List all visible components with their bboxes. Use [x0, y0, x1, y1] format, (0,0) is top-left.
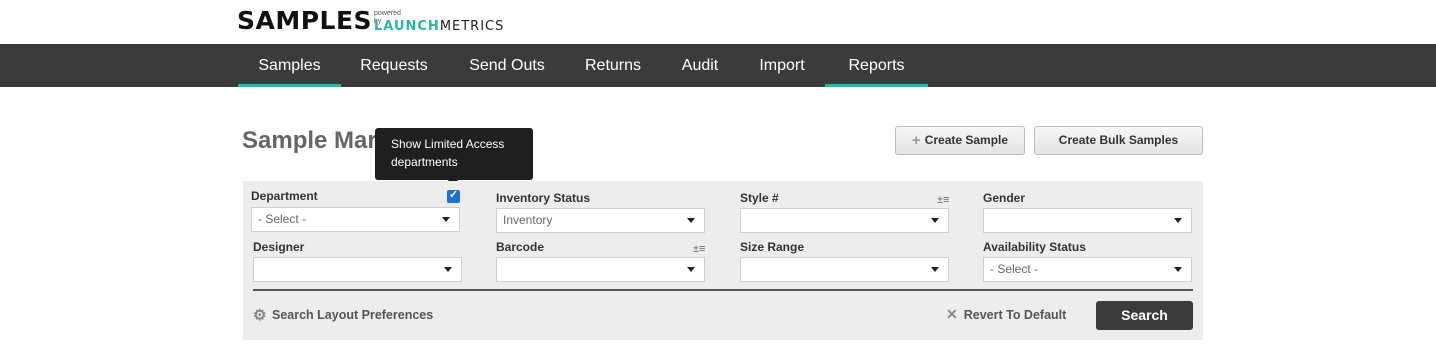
department-label: Department	[251, 189, 318, 203]
nav-requests[interactable]: Requests	[345, 44, 443, 87]
availability-status-label: Availability Status	[983, 240, 1086, 254]
barcode-label: Barcode	[496, 240, 545, 254]
department-select-value: - Select -	[258, 212, 307, 226]
size-range-select[interactable]	[740, 257, 949, 282]
panel-divider	[253, 289, 1193, 291]
limited-access-checkbox[interactable]: ✓	[447, 189, 460, 203]
nav-audit[interactable]: Audit	[668, 44, 732, 87]
dropdown-caret-icon	[1174, 267, 1182, 272]
partner-logo: LAUNCHMETRICS	[374, 19, 504, 35]
bulk-entry-icon[interactable]: ±≡	[693, 243, 705, 255]
inventory-status-select-value: Inventory	[503, 213, 553, 227]
brand-name: SAMPLES	[237, 6, 373, 35]
bulk-entry-icon[interactable]: ±≡	[937, 194, 949, 206]
nav-reports[interactable]: Reports	[825, 44, 928, 87]
style-number-select[interactable]	[740, 208, 949, 233]
dropdown-caret-icon	[687, 267, 695, 272]
availability-status-select-value: - Select -	[990, 262, 1039, 276]
dropdown-caret-icon	[687, 218, 695, 223]
dropdown-caret-icon	[444, 267, 452, 272]
dropdown-caret-icon	[931, 267, 939, 272]
checkmark-icon: ✓	[448, 189, 459, 201]
create-sample-button[interactable]: + Create Sample	[895, 126, 1025, 155]
barcode-select[interactable]	[496, 257, 705, 282]
dropdown-caret-icon	[1174, 218, 1182, 223]
search-layout-preferences-link[interactable]: ⚙ Search Layout Preferences	[253, 306, 433, 324]
search-button[interactable]: Search	[1096, 301, 1193, 330]
designer-label: Designer	[253, 240, 305, 254]
create-sample-label: Create Sample	[924, 133, 1009, 147]
page-title: Sample Mar	[242, 127, 377, 154]
designer-select[interactable]	[253, 257, 462, 282]
nav-import[interactable]: Import	[744, 44, 820, 87]
style-number-label: Style #	[740, 191, 779, 205]
department-select[interactable]: - Select -	[251, 207, 460, 232]
size-range-label: Size Range	[740, 240, 805, 254]
nav-returns[interactable]: Returns	[570, 44, 656, 87]
revert-to-default-link[interactable]: ✕ Revert To Default	[946, 306, 1066, 323]
gear-icon: ⚙	[253, 307, 267, 324]
close-icon: ✕	[946, 306, 958, 322]
nav-samples[interactable]: Samples	[238, 44, 341, 87]
inventory-status-select[interactable]: Inventory	[496, 208, 705, 233]
inventory-status-label: Inventory Status	[496, 191, 591, 205]
limited-access-tooltip: Show Limited Access departments	[375, 128, 533, 180]
dropdown-caret-icon	[931, 218, 939, 223]
dropdown-caret-icon	[442, 217, 450, 222]
search-layout-preferences-label: Search Layout Preferences	[272, 308, 434, 322]
gender-select[interactable]	[983, 208, 1192, 233]
availability-status-select[interactable]: - Select -	[983, 257, 1192, 282]
partner-name-part-b: METRICS	[439, 19, 505, 34]
create-bulk-samples-button[interactable]: Create Bulk Samples	[1034, 126, 1203, 155]
nav-send-outs[interactable]: Send Outs	[455, 44, 559, 87]
gender-label: Gender	[983, 191, 1026, 205]
plus-icon: +	[911, 132, 921, 149]
main-nav: Samples Requests Send Outs Returns Audit…	[0, 44, 1436, 87]
partner-name-part-a: LAUNCH	[374, 19, 440, 34]
revert-to-default-label: Revert To Default	[963, 308, 1067, 322]
